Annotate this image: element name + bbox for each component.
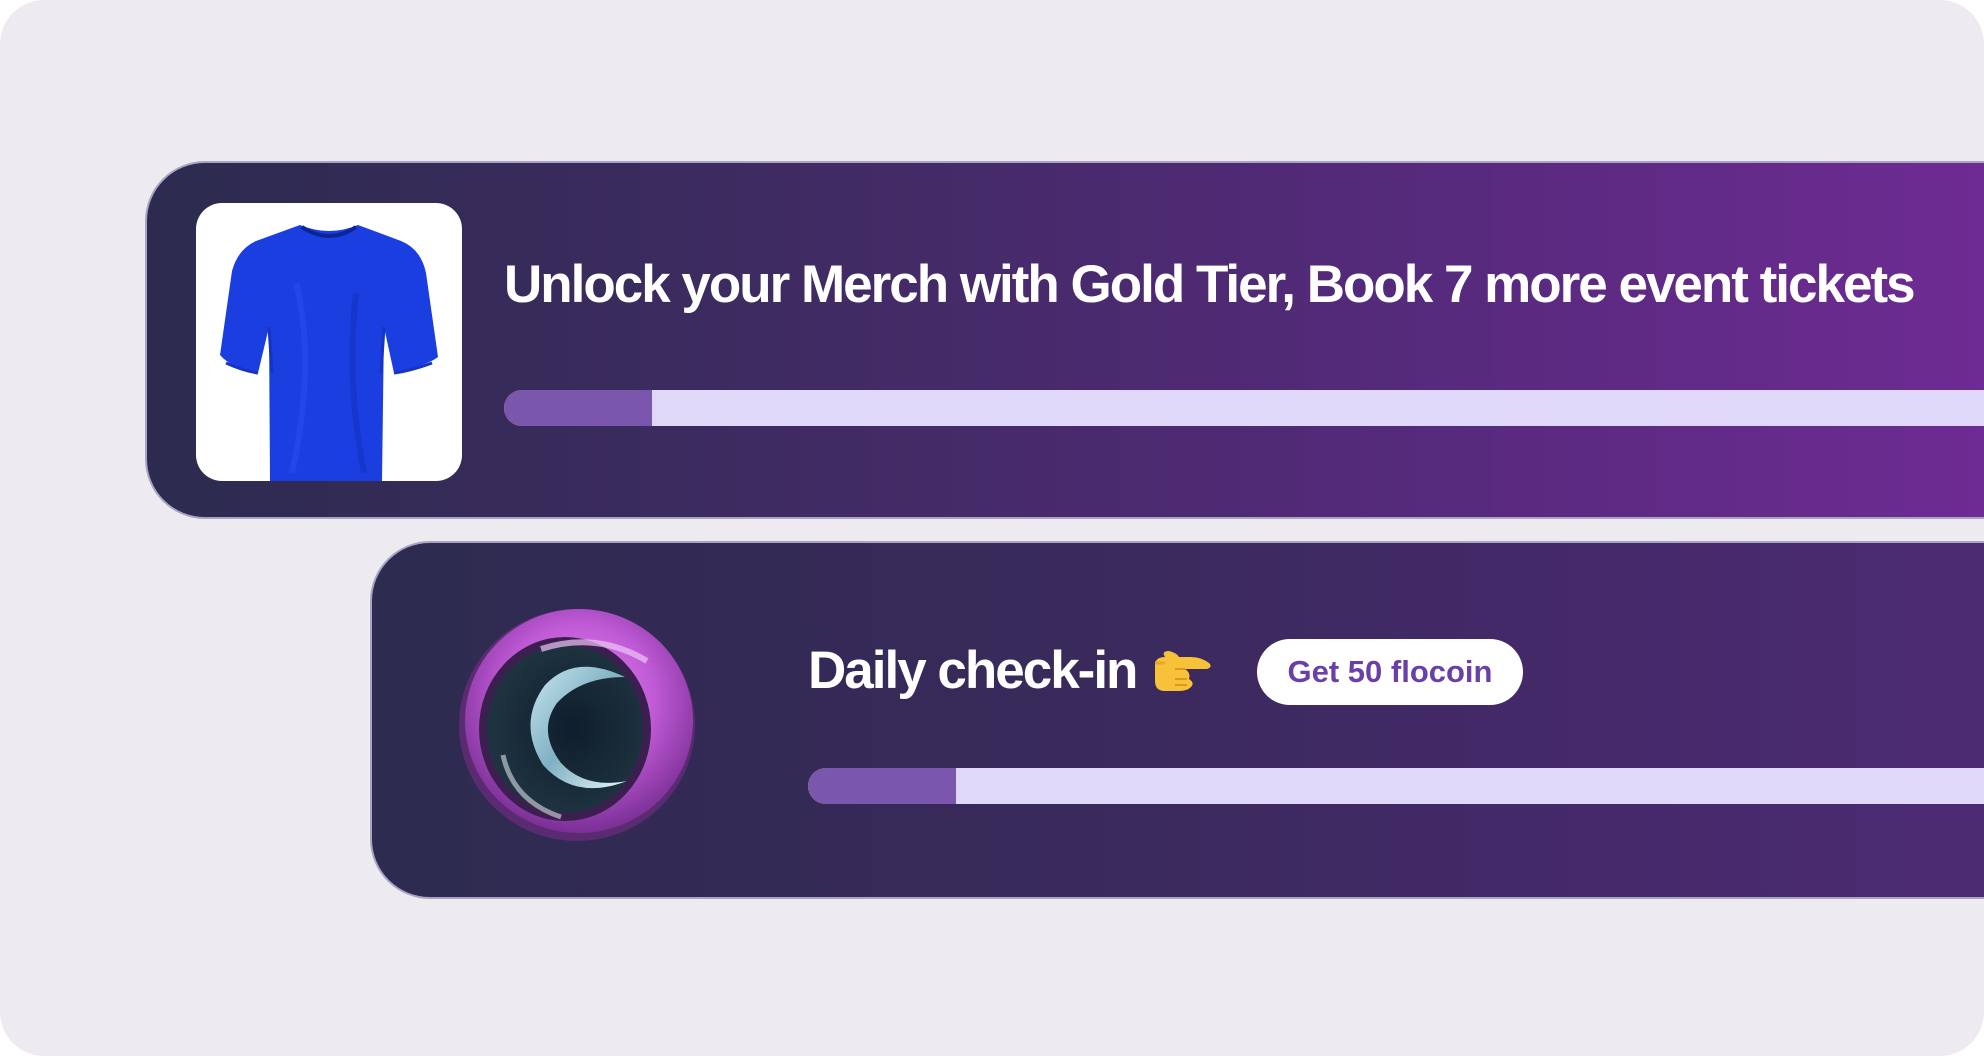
canvas: Unlock your Merch with Gold Tier, Book 7…	[0, 0, 1984, 1056]
merch-progress-fill	[504, 390, 653, 426]
merch-thumbnail	[196, 203, 462, 481]
flocoin-icon	[459, 609, 695, 841]
checkin-progress-bar	[808, 768, 1984, 804]
checkin-progress-fill	[808, 768, 957, 804]
blue-tshirt-icon	[220, 225, 438, 481]
merch-unlock-card[interactable]: Unlock your Merch with Gold Tier, Book 7…	[145, 161, 1984, 519]
merch-headline: Unlock your Merch with Gold Tier, Book 7…	[504, 255, 1916, 314]
daily-checkin-card[interactable]: Daily check-in Get 50 flocoin	[370, 541, 1984, 899]
merch-progress-bar	[504, 390, 1984, 426]
get-flocoin-button[interactable]: Get 50 flocoin	[1257, 639, 1523, 705]
pointing-right-hand-icon	[1155, 651, 1211, 691]
checkin-headline: Daily check-in	[808, 641, 1138, 700]
